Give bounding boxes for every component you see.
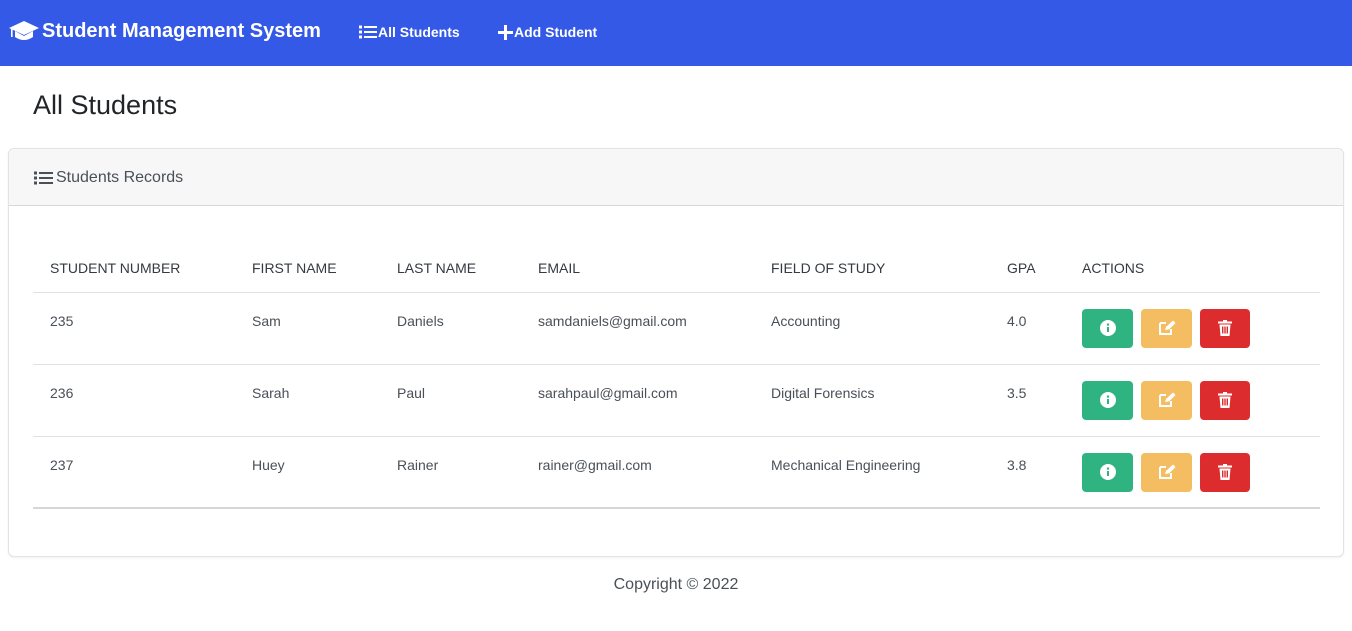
plus-icon xyxy=(498,24,513,40)
table-header-row: STUDENT NUMBER FIRST NAME LAST NAME EMAI… xyxy=(33,244,1320,293)
nav-all-students[interactable]: All Students xyxy=(359,24,460,40)
cell-last-name: Paul xyxy=(380,364,521,437)
edit-icon xyxy=(1158,464,1175,479)
info-icon xyxy=(1099,392,1116,408)
cell-student-number: 235 xyxy=(33,292,235,365)
table-row: 237 Huey Rainer rainer@gmail.com Mechani… xyxy=(33,436,1320,509)
column-actions: ACTIONS xyxy=(1065,244,1320,293)
info-button[interactable] xyxy=(1082,308,1133,348)
delete-button[interactable] xyxy=(1200,452,1250,492)
column-field-of-study: FIELD OF STUDY xyxy=(754,244,990,293)
graduation-cap-icon xyxy=(9,21,39,40)
column-email: EMAIL xyxy=(521,244,754,293)
cell-student-number: 237 xyxy=(33,436,235,509)
table-row: 235 Sam Daniels samdaniels@gmail.com Acc… xyxy=(33,292,1320,365)
edit-icon xyxy=(1158,392,1175,407)
column-first-name: FIRST NAME xyxy=(235,244,380,293)
card-header-title: Students Records xyxy=(56,169,184,186)
edit-icon xyxy=(1158,320,1175,335)
nav-add-student-label: Add Student xyxy=(514,24,598,40)
info-icon xyxy=(1099,320,1116,336)
cell-email: sarahpaul@gmail.com xyxy=(521,364,754,437)
students-card: Students Records STUDENT NUMBER FIRST NA… xyxy=(8,148,1344,557)
navbar: Student Management System All Students A… xyxy=(0,0,1352,66)
column-student-number: STUDENT NUMBER xyxy=(33,244,235,293)
info-button[interactable] xyxy=(1082,452,1133,492)
cell-actions xyxy=(1065,364,1320,437)
edit-button[interactable] xyxy=(1141,308,1192,348)
brand-link[interactable]: Student Management System xyxy=(8,19,321,43)
column-last-name: LAST NAME xyxy=(380,244,521,293)
info-icon xyxy=(1099,464,1116,480)
cell-gpa: 3.5 xyxy=(990,364,1065,437)
table-row: 236 Sarah Paul sarahpaul@gmail.com Digit… xyxy=(33,364,1320,437)
cell-field-of-study: Digital Forensics xyxy=(754,364,990,437)
footer-copyright: Copyright © 2022 xyxy=(613,576,739,593)
column-gpa: GPA xyxy=(990,244,1065,293)
trash-icon xyxy=(1218,320,1232,336)
brand-title: Student Management System xyxy=(42,19,321,42)
cell-gpa: 3.8 xyxy=(990,436,1065,509)
cell-actions xyxy=(1065,436,1320,509)
students-table: STUDENT NUMBER FIRST NAME LAST NAME EMAI… xyxy=(33,244,1320,509)
cell-email: rainer@gmail.com xyxy=(521,436,754,509)
cell-last-name: Rainer xyxy=(380,436,521,509)
list-icon xyxy=(359,25,377,39)
card-header: Students Records xyxy=(9,149,1343,206)
cell-gpa: 4.0 xyxy=(990,292,1065,365)
cell-first-name: Huey xyxy=(235,436,380,509)
nav-add-student[interactable]: Add Student xyxy=(498,24,597,40)
cell-first-name: Sam xyxy=(235,292,380,365)
delete-button[interactable] xyxy=(1200,380,1250,420)
cell-actions xyxy=(1065,292,1320,365)
trash-icon xyxy=(1218,464,1232,480)
cell-email: samdaniels@gmail.com xyxy=(521,292,754,365)
cell-field-of-study: Accounting xyxy=(754,292,990,365)
cell-student-number: 236 xyxy=(33,364,235,437)
edit-button[interactable] xyxy=(1141,452,1192,492)
cell-field-of-study: Mechanical Engineering xyxy=(754,436,990,509)
list-icon xyxy=(34,171,53,185)
delete-button[interactable] xyxy=(1200,308,1250,348)
page-title: All Students xyxy=(33,90,178,120)
nav-all-students-label: All Students xyxy=(378,24,460,40)
edit-button[interactable] xyxy=(1141,380,1192,420)
cell-first-name: Sarah xyxy=(235,364,380,437)
cell-last-name: Daniels xyxy=(380,292,521,365)
trash-icon xyxy=(1218,392,1232,408)
info-button[interactable] xyxy=(1082,380,1133,420)
